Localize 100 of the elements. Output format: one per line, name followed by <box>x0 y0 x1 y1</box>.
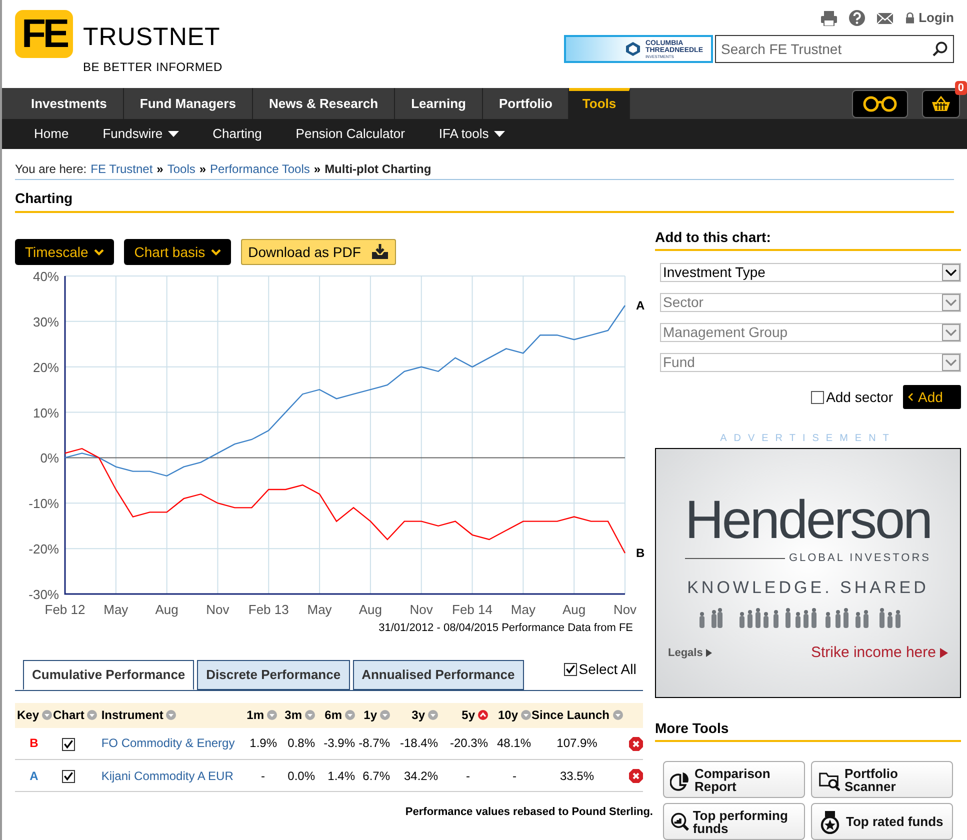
table-cell: -18.4% <box>400 736 438 750</box>
page-title: Charting <box>15 190 73 206</box>
y-axis-label: -10% <box>28 496 59 512</box>
breadcrumb-link[interactable]: Tools <box>167 160 196 178</box>
download-pdf-button[interactable]: Download as PDF <box>241 239 396 265</box>
y-axis-label: 0% <box>40 450 59 466</box>
tool-button[interactable]: Comparison Report <box>663 761 805 798</box>
x-axis-label: May <box>510 602 536 617</box>
chevron-down-icon <box>942 324 960 341</box>
advert-banner[interactable]: Henderson GLOBAL INVESTORS KNOWLEDGE. SHARED Legals Strike income here <box>655 448 961 698</box>
column-header[interactable]: 3y <box>412 708 425 722</box>
tool-button[interactable]: Top performing funds <box>663 803 805 840</box>
table-cell: 107.9% <box>556 736 598 750</box>
x-axis-label: Nov <box>410 602 433 617</box>
lock-icon <box>904 10 916 26</box>
download-icon <box>370 244 389 260</box>
breadcrumb-link[interactable]: Performance Tools <box>210 160 310 178</box>
advert-brand: Henderson <box>684 493 932 547</box>
remove-icon[interactable] <box>629 737 643 752</box>
breadcrumb-link[interactable]: FE Trustnet <box>90 160 153 178</box>
column-header[interactable]: Instrument <box>101 708 164 722</box>
login-link[interactable]: Login <box>904 8 954 28</box>
search-field[interactable]: Search FE Trustnet <box>715 35 954 63</box>
tool-button[interactable]: Portfolio Scanner <box>811 761 953 798</box>
add-sector-checkbox[interactable]: Add sector <box>811 386 893 408</box>
column-header[interactable]: Chart <box>53 708 84 722</box>
table-footnote: Performance values rebased to Pound Sterling. <box>405 805 653 820</box>
cube-logo-icon <box>625 41 642 57</box>
logo-mark[interactable]: FE <box>15 10 73 58</box>
x-axis-label: Nov <box>613 602 637 617</box>
basket-button[interactable] <box>922 90 960 118</box>
chevron-down-icon <box>94 248 104 256</box>
chart-menu-button[interactable]: Chart basis <box>124 239 232 265</box>
table-cell: 6.7% <box>362 768 390 782</box>
basket-icon <box>931 96 951 112</box>
breadcrumb-current: Multi-plot Charting <box>324 161 432 178</box>
play-arrow-icon <box>940 648 948 658</box>
x-axis-label: Feb 12 <box>44 602 86 617</box>
key-letter: A <box>30 768 38 782</box>
advert-slogan: KNOWLEDGE. SHARED <box>687 576 929 598</box>
tagline: BE BETTER INFORMED <box>83 59 222 76</box>
sub-nav-link[interactable]: Home <box>34 124 69 144</box>
legals-link[interactable]: Legals <box>668 645 712 662</box>
play-arrow-icon <box>706 649 712 658</box>
chart-caption: 31/01/2012 - 08/04/2015 Performance Data from FE <box>378 621 633 636</box>
dropdown-select[interactable]: Investment Type <box>660 263 961 282</box>
chart-checkbox[interactable] <box>62 770 75 783</box>
reading-list-button[interactable] <box>852 90 908 118</box>
chart-checkbox[interactable] <box>62 738 75 751</box>
series-end-label: B <box>636 546 645 560</box>
table-cell: 33.5% <box>560 768 594 782</box>
medal-icon <box>818 810 842 834</box>
x-axis-label: Feb 13 <box>248 602 289 617</box>
x-axis-label: Nov <box>206 602 230 617</box>
check-icon <box>63 770 74 782</box>
sub-nav-link[interactable]: Charting <box>212 124 262 144</box>
chevron-down-icon <box>942 294 960 311</box>
remove-icon[interactable] <box>629 769 643 784</box>
sub-nav-link[interactable]: Pension Calculator <box>296 124 405 144</box>
search-icon[interactable] <box>932 41 948 57</box>
column-header[interactable]: 6m <box>324 708 342 722</box>
nav-tab[interactable]: Tools <box>569 88 630 119</box>
key-letter: B <box>30 736 38 750</box>
column-header[interactable]: 5y <box>462 708 475 722</box>
advertisement-label: ADVERTISEMENT <box>719 432 897 446</box>
sub-nav-link[interactable]: IFA tools <box>438 124 505 144</box>
table-cell: 1.9% <box>250 736 277 750</box>
advert-subtitle: GLOBAL INVESTORS <box>788 551 931 566</box>
column-header[interactable]: 10y <box>498 708 518 722</box>
series-end-label: A <box>636 298 645 313</box>
y-axis-label: -30% <box>28 587 59 602</box>
x-axis-label: Aug <box>358 602 382 617</box>
x-axis-label: May <box>104 602 128 617</box>
sub-nav-link[interactable]: Fundswire <box>102 124 179 144</box>
help-icon[interactable] <box>848 10 866 26</box>
column-header[interactable]: 3m <box>284 708 302 722</box>
chart-menu-button[interactable]: Timescale <box>15 239 114 265</box>
column-header[interactable]: 1y <box>364 708 377 722</box>
column-header[interactable]: Since Launch <box>531 708 610 722</box>
glasses-icon <box>862 96 898 112</box>
mail-icon[interactable] <box>876 10 894 26</box>
instrument-link[interactable]: FO Commodity & Energy <box>101 736 235 750</box>
tool-button[interactable]: Top rated funds <box>811 803 953 840</box>
chevron-down-icon <box>942 264 960 281</box>
column-header[interactable]: Key <box>17 708 40 722</box>
x-axis-label: May <box>307 602 332 617</box>
performance-tab[interactable]: Annualised Performance <box>352 660 524 690</box>
select-all-checkbox[interactable]: Select All <box>564 658 636 680</box>
performance-tab[interactable]: Cumulative Performance <box>23 660 194 690</box>
y-axis-label: -20% <box>28 542 59 557</box>
add-button[interactable]: Add <box>903 385 961 409</box>
advert-cta-link[interactable]: Strike income here <box>810 642 948 664</box>
column-header[interactable]: 1m <box>246 708 264 722</box>
instrument-link[interactable]: Kijani Commodity A EUR <box>101 768 234 782</box>
breadcrumb-label: You are here: <box>15 161 87 178</box>
performance-tab[interactable]: Discrete Performance <box>197 660 350 690</box>
chevron-down-icon <box>211 248 222 256</box>
table-cell: 34.2% <box>404 768 438 782</box>
table-cell: 0.8% <box>288 736 315 750</box>
printer-icon[interactable] <box>820 10 838 26</box>
